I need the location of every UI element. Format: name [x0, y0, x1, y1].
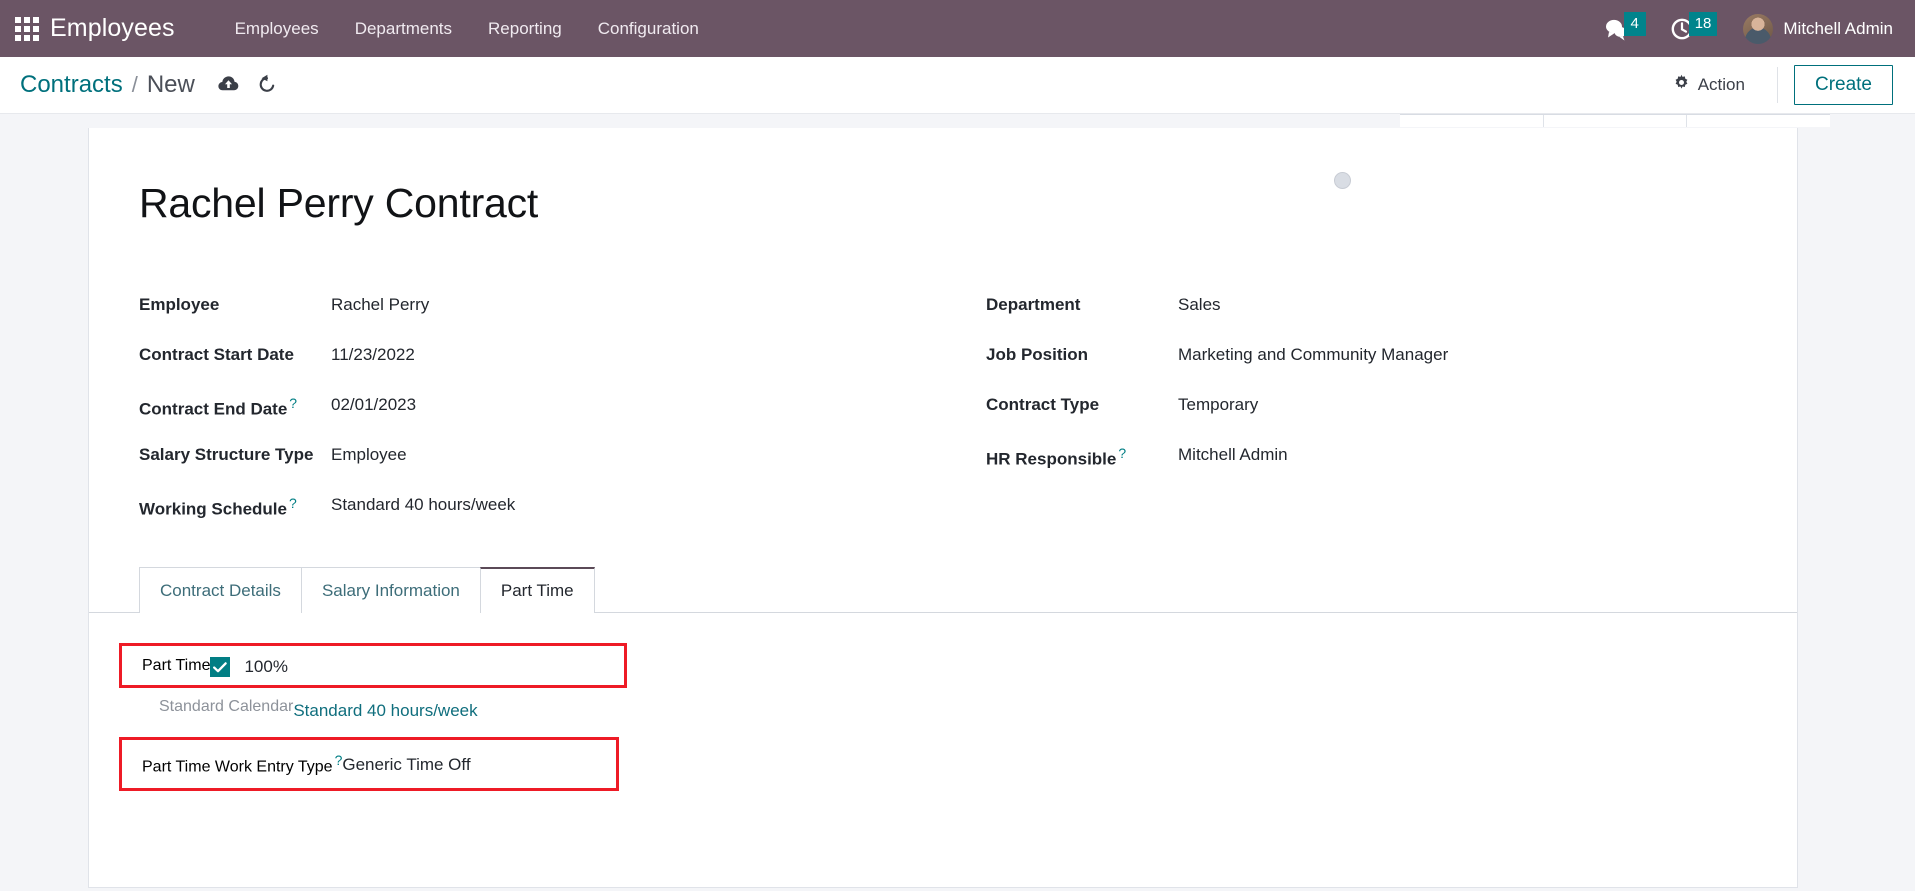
control-panel: Contracts / New Action Create — [0, 57, 1915, 114]
messages-counter: 4 — [1623, 11, 1646, 36]
top-navbar: Employees Employees Departments Reportin… — [0, 0, 1915, 57]
menu-item-configuration[interactable]: Configuration — [580, 0, 717, 57]
smart-buttons-cutoff — [1400, 114, 1830, 127]
field-value-contract-end-date[interactable]: 02/01/2023 — [331, 391, 416, 417]
field-label: Contract End Date? — [139, 391, 331, 422]
action-button-label: Action — [1697, 75, 1745, 94]
field-value-salary-structure-type[interactable]: Employee — [331, 441, 407, 467]
help-tooltip-icon[interactable]: ? — [289, 395, 297, 411]
field-label: Employee — [139, 291, 331, 317]
field-value-job-position[interactable]: Marketing and Community Manager — [1178, 341, 1448, 367]
tab-contract-details[interactable]: Contract Details — [139, 567, 302, 613]
help-tooltip-icon[interactable]: ? — [289, 495, 297, 511]
create-button[interactable]: Create — [1793, 65, 1893, 105]
tab-pane-part-time: Part Time 100% Standard Calendar Standar… — [89, 613, 1797, 831]
field-value-standard-calendar[interactable]: Standard 40 hours/week — [293, 698, 477, 721]
field-value-employee[interactable]: Rachel Perry — [331, 291, 429, 317]
breadcrumb-separator: / — [131, 72, 138, 97]
label-text: Working Schedule — [139, 499, 287, 519]
field-label: Contract Type — [986, 391, 1178, 417]
field-label: Job Position — [986, 341, 1178, 367]
app-brand-employees[interactable]: Employees — [50, 14, 175, 43]
action-button[interactable]: Action — [1657, 68, 1761, 102]
field-label: HR Responsible? — [986, 441, 1178, 472]
field-contract-end-date: Contract End Date? 02/01/2023 — [139, 389, 943, 439]
field-label: Department — [986, 291, 1178, 317]
tab-salary-information[interactable]: Salary Information — [300, 567, 481, 613]
label-text: Salary Structure Type — [139, 445, 314, 464]
field-part-time: Part Time 100% — [119, 643, 627, 688]
field-hr-responsible: HR Responsible? Mitchell Admin — [986, 439, 1747, 489]
notebook-tabs: Contract Details Salary Information Part… — [89, 567, 1797, 613]
label-text: Contract Type — [986, 395, 1100, 414]
user-name: Mitchell Admin — [1783, 18, 1893, 38]
messages-menu[interactable]: 4 — [1593, 0, 1656, 57]
user-menu[interactable]: Mitchell Admin — [1731, 0, 1897, 57]
form-sheet: Rachel Perry Contract Employee Rachel Pe… — [88, 128, 1798, 888]
activities-menu[interactable]: 18 — [1660, 0, 1728, 57]
field-contract-type: Contract Type Temporary — [986, 389, 1747, 439]
form-column-right: Department Sales Job Position Marketing … — [943, 289, 1747, 539]
menu-item-departments[interactable]: Departments — [337, 0, 470, 57]
field-label: Salary Structure Type — [139, 441, 331, 467]
field-employee: Employee Rachel Perry — [139, 289, 943, 339]
record-dirty-actions — [218, 74, 277, 93]
toolbar-divider — [1776, 67, 1778, 103]
avatar-placeholder-circle — [1334, 172, 1351, 189]
part-time-percentage[interactable]: 100% — [244, 657, 287, 677]
label-text: Contract Start Date — [139, 345, 294, 364]
menu-item-reporting[interactable]: Reporting — [470, 0, 580, 57]
smart-button-slot — [1686, 115, 1830, 127]
field-value-working-schedule[interactable]: Standard 40 hours/week — [331, 491, 515, 517]
cloud-upload-icon[interactable] — [218, 75, 239, 92]
field-job-position: Job Position Marketing and Community Man… — [986, 339, 1747, 389]
label-text: HR Responsible — [986, 449, 1117, 469]
field-standard-calendar: Standard Calendar Standard 40 hours/week — [139, 688, 647, 731]
field-label-part-time: Part Time — [142, 656, 211, 674]
navbar-systray: 4 18 Mitchell Admin — [1593, 0, 1897, 57]
field-label-standard-calendar: Standard Calendar — [159, 698, 294, 715]
smart-button-slot — [1400, 115, 1543, 127]
field-label-part-time-work-entry-type: Part Time Work Entry Type? — [142, 752, 342, 776]
menu-item-employees[interactable]: Employees — [217, 0, 337, 57]
apps-grid-icon[interactable] — [10, 12, 44, 46]
field-department: Department Sales — [986, 289, 1747, 339]
field-salary-structure-type: Salary Structure Type Employee — [139, 439, 943, 489]
smart-button-slot — [1542, 115, 1687, 127]
part-time-checkbox[interactable] — [210, 657, 231, 677]
label-text: Job Position — [986, 345, 1088, 364]
gear-icon — [1673, 74, 1690, 96]
form-view-area: Rachel Perry Contract Employee Rachel Pe… — [0, 114, 1915, 891]
breadcrumb: Contracts / New — [20, 71, 277, 99]
activities-counter: 18 — [1688, 11, 1718, 36]
field-value-part-time[interactable]: 100% — [210, 654, 288, 677]
field-contract-start-date: Contract Start Date 11/23/2022 — [139, 339, 943, 389]
form-column-left: Employee Rachel Perry Contract Start Dat… — [139, 289, 943, 539]
page-title: Rachel Perry Contract — [139, 180, 539, 226]
help-tooltip-icon[interactable]: ? — [335, 752, 343, 768]
check-icon — [213, 661, 228, 672]
field-label: Contract Start Date — [139, 341, 331, 367]
field-label: Working Schedule? — [139, 491, 331, 522]
control-panel-buttons: Action Create — [1657, 65, 1893, 105]
label-text: Part Time Work Entry Type — [142, 758, 333, 776]
label-text: Contract End Date — [139, 399, 288, 419]
main-menu: Employees Departments Reporting Configur… — [217, 0, 717, 57]
undo-icon[interactable] — [257, 74, 277, 93]
field-working-schedule: Working Schedule? Standard 40 hours/week — [139, 489, 943, 539]
breadcrumb-contracts[interactable]: Contracts — [20, 71, 123, 99]
field-value-contract-type[interactable]: Temporary — [1178, 391, 1258, 417]
avatar — [1743, 13, 1774, 44]
field-value-part-time-work-entry-type[interactable]: Generic Time Off — [342, 752, 470, 775]
form-fields: Employee Rachel Perry Contract Start Dat… — [139, 289, 1747, 539]
field-value-contract-start-date[interactable]: 11/23/2022 — [331, 341, 415, 367]
help-tooltip-icon[interactable]: ? — [1118, 445, 1126, 461]
field-part-time-work-entry-type: Part Time Work Entry Type? Generic Time … — [119, 737, 619, 792]
breadcrumb-current-new: New — [146, 71, 195, 98]
field-value-hr-responsible[interactable]: Mitchell Admin — [1178, 441, 1288, 467]
tab-part-time[interactable]: Part Time — [479, 567, 595, 613]
field-value-department[interactable]: Sales — [1178, 291, 1221, 317]
label-text: Department — [986, 295, 1081, 314]
label-text: Employee — [139, 295, 220, 314]
